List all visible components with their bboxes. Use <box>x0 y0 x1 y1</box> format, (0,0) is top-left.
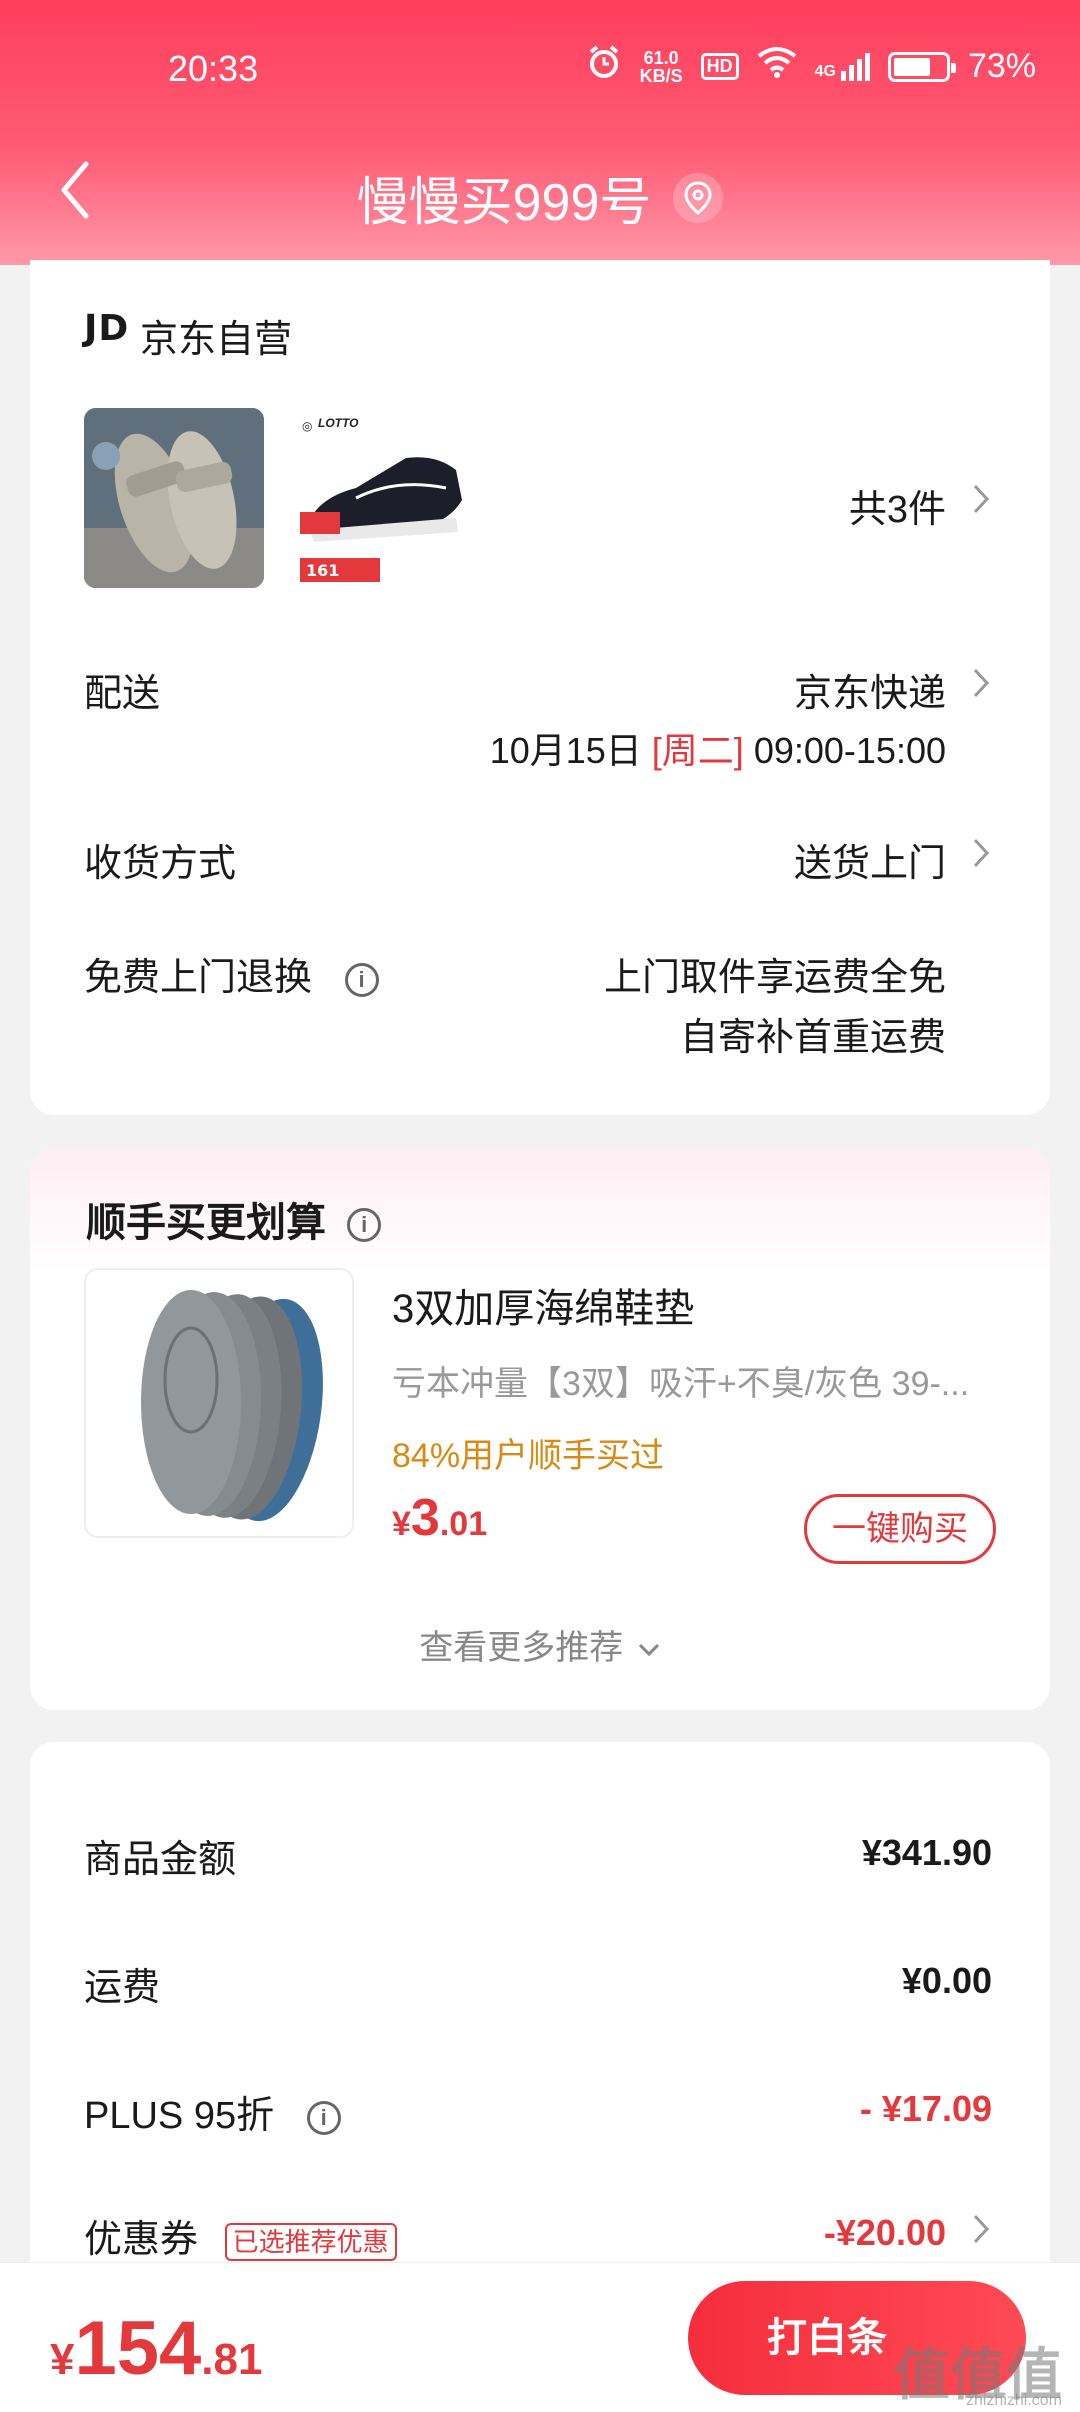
upsell-price: ¥3.01 <box>392 1489 488 1547</box>
upsell-product-name[interactable]: 3双加厚海绵鞋垫 <box>392 1276 694 1334</box>
plus-discount-value: - ¥17.09 <box>859 2088 992 2129</box>
hd-badge: HD <box>700 53 739 80</box>
delivery-method[interactable]: 京东快递 <box>794 662 946 717</box>
alarm-icon <box>586 44 622 89</box>
goods-amount-label: 商品金额 <box>84 1839 237 1881</box>
page-title-text: 慢慢买999号 <box>356 174 652 232</box>
free-return-label: 免费上门退换 i <box>84 946 379 1001</box>
shipping-label: 运费 <box>84 1967 161 2009</box>
location-pin-icon[interactable] <box>673 172 724 223</box>
cellular-signal-icon: 4G <box>815 52 870 81</box>
chevron-right-icon <box>973 2214 990 2244</box>
upsell-product-spec: 亏本冲量【3双】吸汗+不臭/灰色 39-... <box>392 1365 970 1403</box>
battery-percent: 73% <box>967 47 1036 85</box>
jd-logo: JD <box>84 308 130 349</box>
chevron-right-icon <box>973 838 990 868</box>
coupon-value[interactable]: -¥20.00 <box>824 2212 946 2254</box>
seller-name: 京东自营 <box>140 319 293 361</box>
plus-discount-label: PLUS 95折 i <box>84 2084 341 2139</box>
delivery-label: 配送 <box>84 673 161 715</box>
upsell-title: 顺手买更划算 i <box>86 1190 382 1248</box>
info-icon[interactable]: i <box>306 2100 341 2135</box>
order-card: JD 京东自营 ◎ 161 LOTTO 共3件 配送 京东快递 10月15日 [… <box>30 260 1050 1115</box>
chevron-right-icon <box>973 668 990 698</box>
info-icon[interactable]: i <box>344 962 379 997</box>
delivery-time[interactable]: 10月15日 [周二] 09:00-15:00 <box>490 722 946 774</box>
one-click-buy-button[interactable]: 一键购买 <box>804 1494 996 1564</box>
shipping-value: ¥0.00 <box>901 1960 992 2001</box>
product-thumb-sneaker[interactable]: ◎ 161 LOTTO <box>296 408 476 588</box>
net-speed: 61.0 KB/S <box>639 47 683 86</box>
chevron-right-icon <box>973 484 990 514</box>
total-price: ¥154.81 <box>50 2306 263 2391</box>
svg-text:161: 161 <box>306 561 339 580</box>
coupon-tag: 已选推荐优惠 <box>224 2222 397 2261</box>
receive-label: 收货方式 <box>84 843 237 885</box>
status-icons: 61.0 KB/S HD 4G 73% <box>586 44 1036 89</box>
wifi-icon <box>757 46 797 87</box>
page-title: 慢慢买999号 <box>0 160 1080 235</box>
upsell-product-image[interactable] <box>84 1268 354 1538</box>
receive-method[interactable]: 送货上门 <box>794 832 946 887</box>
upsell-social-proof: 84%用户顺手买过 <box>392 1437 665 1475</box>
watermark-url: zhizhizhi.com <box>965 2392 1062 2409</box>
product-brand-label: LOTTO <box>318 416 359 430</box>
status-time: 20:33 <box>168 48 259 89</box>
battery-icon <box>887 51 956 82</box>
chevron-down-icon <box>638 1643 659 1657</box>
svg-text:◎: ◎ <box>302 419 312 433</box>
info-icon[interactable]: i <box>347 1208 382 1243</box>
goods-amount-value: ¥341.90 <box>861 1832 992 1873</box>
free-return-line1: 上门取件享运费全免 <box>603 957 946 999</box>
product-thumb-slippers[interactable] <box>84 408 264 588</box>
coupon-label[interactable]: 优惠券 已选推荐优惠 <box>84 2208 397 2263</box>
header-bar: 20:33 61.0 KB/S HD 4G 73% 慢慢买999号 <box>0 0 1080 265</box>
more-recommendations-link[interactable]: 查看更多推荐 <box>30 1620 1050 1669</box>
delivery-weekday: [周二] <box>651 730 744 771</box>
items-count[interactable]: 共3件 <box>849 478 946 533</box>
free-return-line2: 自寄补首重运费 <box>679 1017 946 1059</box>
upsell-card: 顺手买更划算 i 3双加厚海绵鞋垫 亏本冲量【3双】吸汗+不臭/灰色 39-..… <box>30 1148 1050 1710</box>
